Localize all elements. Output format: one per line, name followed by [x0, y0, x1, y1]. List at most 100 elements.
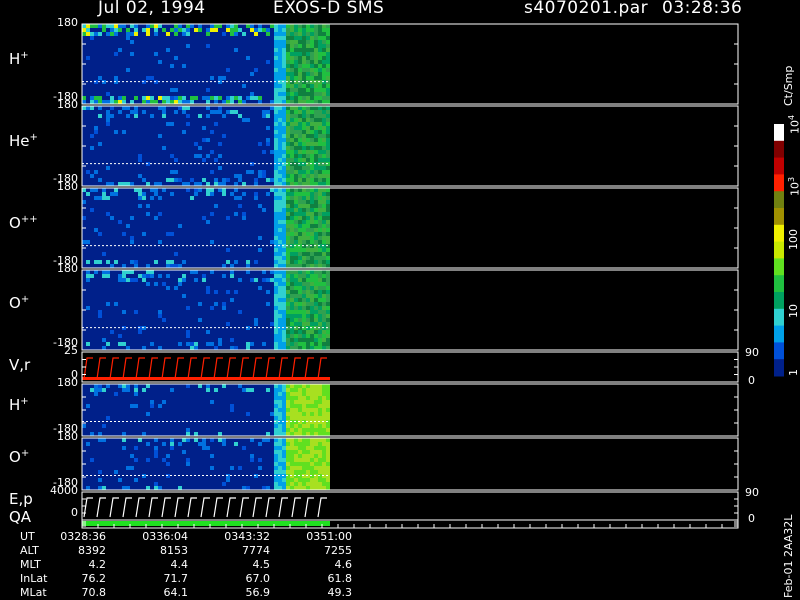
spectrogram-cell: [146, 264, 150, 268]
spectrogram-cell: [270, 270, 274, 274]
spectrogram-cell: [282, 264, 286, 268]
spectrogram-cell: [302, 450, 306, 454]
spectrogram-cell: [326, 88, 330, 92]
spectrogram-cell: [326, 396, 330, 400]
spectrogram-cell: [282, 470, 286, 474]
spectrogram-cell: [314, 264, 318, 268]
spectrogram-cell: [286, 134, 290, 138]
spectrogram-cell: [310, 310, 314, 314]
spectrogram-cell: [218, 338, 222, 342]
spectrogram-cell: [326, 118, 330, 122]
spectrogram-cell: [138, 174, 142, 178]
spectrogram-cell: [118, 274, 122, 278]
spectrogram-cell: [294, 196, 298, 200]
spectrogram-cell: [290, 416, 294, 420]
spectrogram-cell: [322, 404, 326, 408]
spectrogram-cell: [306, 52, 310, 56]
spectrogram-cell: [282, 442, 286, 446]
spectrogram-cell: [258, 174, 262, 178]
spectrogram-cell: [322, 314, 326, 318]
spectrogram-cell: [322, 318, 326, 322]
spectrogram-cell: [186, 342, 190, 346]
spectrogram-cell: [310, 446, 314, 450]
spectrogram-cell: [158, 212, 162, 216]
spectrogram-cell: [298, 282, 302, 286]
spectrogram-cell: [322, 40, 326, 44]
spectrogram-cell: [162, 400, 166, 404]
spectrogram-cell: [294, 106, 298, 110]
spectrogram-cell: [318, 290, 322, 294]
spectrogram-cell: [134, 260, 138, 264]
spectrogram-cell: [322, 228, 326, 232]
spectrogram-cell: [274, 220, 278, 224]
spectrogram-cell: [282, 282, 286, 286]
spectrogram-cell: [142, 28, 146, 32]
spectrogram-cell: [318, 92, 322, 96]
spectrogram-cell: [286, 224, 290, 228]
spectrogram-cell: [234, 260, 238, 264]
spectrogram-cell: [278, 338, 282, 342]
spectrogram-cell: [274, 392, 278, 396]
spectrogram-cell: [310, 342, 314, 346]
spectrogram-cell: [298, 290, 302, 294]
spectrogram-cell: [274, 318, 278, 322]
spectrogram-cell: [114, 100, 118, 104]
spectrogram-cell: [278, 432, 282, 436]
spectrogram-cell: [282, 306, 286, 310]
spectrogram-cell: [302, 88, 306, 92]
spectrogram-cell: [282, 236, 286, 240]
spectrogram-cell: [310, 166, 314, 170]
spectrogram-cell: [306, 188, 310, 192]
spectrogram-cell: [310, 92, 314, 96]
spectrogram-cell: [278, 408, 282, 412]
spectrogram-cell: [202, 126, 206, 130]
spectrogram-cell: [210, 240, 214, 244]
spectrogram-cell: [310, 52, 314, 56]
spectrogram-cell: [318, 256, 322, 260]
spectrogram-cell: [314, 310, 318, 314]
spectrogram-cell: [314, 44, 318, 48]
spectrogram-cell: [306, 458, 310, 462]
spectrogram-cell: [94, 32, 98, 36]
spectrogram-cell: [278, 122, 282, 126]
spectrogram-cell: [230, 24, 234, 28]
spectrogram-cell: [326, 342, 330, 346]
spectrogram-cell: [286, 182, 290, 186]
spectrogram-cell: [214, 110, 218, 114]
panel-label: V,r: [9, 356, 31, 374]
footer-cell: 4.5: [252, 558, 271, 571]
spectrogram-cell: [314, 462, 318, 466]
spectrogram-cell: [302, 114, 306, 118]
spectrogram-cell: [86, 260, 90, 264]
spectrogram-cell: [210, 170, 214, 174]
spectrogram-cell: [282, 454, 286, 458]
spectrogram-cell: [306, 428, 310, 432]
spectrogram-cell: [306, 138, 310, 142]
spectrogram-cell: [310, 306, 314, 310]
y-right-bottom-label: 0: [748, 374, 755, 387]
spectrogram-cell: [314, 428, 318, 432]
spectrogram-cell: [258, 28, 262, 32]
spectrogram-cell: [254, 96, 258, 100]
spectrogram-cell: [274, 458, 278, 462]
spectrogram-cell: [82, 24, 86, 28]
spectrogram-cell: [110, 28, 114, 32]
spectrogram-cell: [290, 466, 294, 470]
spectrogram-cell: [274, 188, 278, 192]
spectrogram-cell: [286, 56, 290, 60]
spectrogram-cell: [314, 88, 318, 92]
spectrogram-cell: [322, 200, 326, 204]
spectrogram-cell: [218, 110, 222, 114]
spectrogram-cell: [182, 130, 186, 134]
spectrogram-cell: [238, 204, 242, 208]
spectrogram-cell: [146, 76, 150, 80]
spectrogram-cell: [294, 310, 298, 314]
spectrogram-cell: [322, 96, 326, 100]
spectrogram-cell: [274, 466, 278, 470]
spectrogram-cell: [306, 114, 310, 118]
spectrogram-cell: [182, 110, 186, 114]
spectrogram-cell: [278, 450, 282, 454]
spectrogram-cell: [126, 106, 130, 110]
spectrogram-cell: [162, 114, 166, 118]
spectrogram-cell: [298, 388, 302, 392]
